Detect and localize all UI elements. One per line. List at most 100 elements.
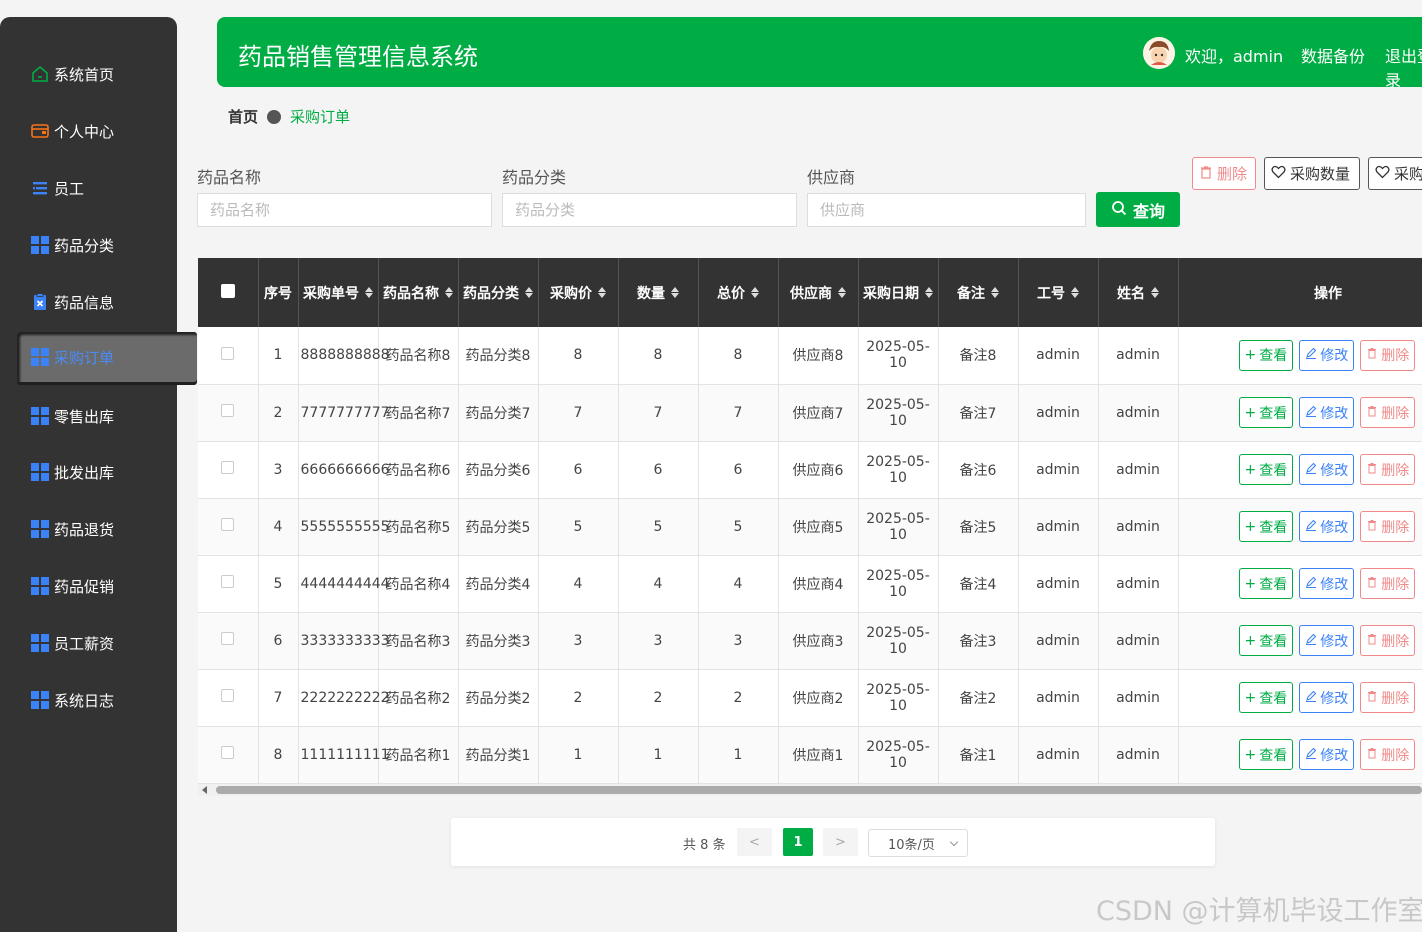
sidebar-item-profile[interactable]: 个人中心: [30, 119, 114, 143]
row-checkbox[interactable]: [221, 632, 235, 645]
row-checkbox[interactable]: [221, 404, 235, 417]
col-header[interactable]: 采购单号: [298, 258, 379, 327]
avatar[interactable]: [1143, 37, 1175, 69]
edit-button[interactable]: 修改: [1299, 454, 1355, 485]
logout-link[interactable]: 退出登录: [1385, 43, 1422, 91]
view-button[interactable]: + 查看: [1238, 568, 1294, 599]
col-header[interactable]: 采购日期: [858, 258, 939, 327]
sidebar-item-promotion[interactable]: 药品促销: [30, 574, 114, 598]
sidebar-item-wholesale-out[interactable]: 批发出库: [30, 460, 114, 484]
row-checkbox[interactable]: [221, 575, 235, 588]
sidebar-item-salary[interactable]: 员工薪资: [30, 631, 114, 655]
view-button[interactable]: + 查看: [1238, 454, 1294, 485]
sort-icon[interactable]: [751, 287, 759, 298]
row-select-cell[interactable]: [198, 384, 259, 442]
sidebar-item-category[interactable]: 药品分类: [30, 233, 114, 257]
supplier-input[interactable]: 供应商: [807, 193, 1086, 227]
sidebar-item-return[interactable]: 药品退货: [30, 517, 114, 541]
col-header[interactable]: 备注: [938, 258, 1019, 327]
sort-icon[interactable]: [1151, 287, 1159, 298]
delete-button[interactable]: 删除: [1360, 682, 1416, 713]
sidebar-item-syslog[interactable]: 系统日志: [30, 688, 114, 712]
row-select-cell[interactable]: [198, 555, 259, 613]
col-header[interactable]: 药品名称: [378, 258, 459, 327]
scroll-left-icon[interactable]: [202, 786, 207, 794]
col-header[interactable]: 工号: [1018, 258, 1099, 327]
query-button[interactable]: 查询: [1096, 192, 1180, 227]
col-header[interactable]: 总价: [698, 258, 779, 327]
col-header[interactable]: 姓名: [1098, 258, 1179, 327]
delete-button[interactable]: 删除: [1360, 397, 1416, 428]
plus-icon: +: [1244, 746, 1257, 763]
row-select-cell[interactable]: [198, 612, 259, 670]
select-all-checkbox[interactable]: [220, 283, 235, 298]
breadcrumb-home[interactable]: 首页: [228, 106, 258, 127]
sort-icon[interactable]: [671, 287, 679, 298]
row-select-cell[interactable]: [198, 726, 259, 784]
edit-button[interactable]: 修改: [1299, 568, 1355, 599]
col-header[interactable]: 采购价: [538, 258, 619, 327]
row-checkbox[interactable]: [221, 689, 235, 702]
batch-delete-button[interactable]: 删除: [1192, 157, 1256, 190]
edit-button[interactable]: 修改: [1299, 682, 1355, 713]
wallet-icon: [30, 121, 50, 141]
delete-button[interactable]: 删除: [1360, 511, 1416, 542]
sort-icon[interactable]: [598, 287, 606, 298]
col-header[interactable]: 药品分类: [458, 258, 539, 327]
row-select-cell[interactable]: [198, 498, 259, 556]
view-button[interactable]: + 查看: [1238, 339, 1294, 371]
cell-date: 2025-05-10: [858, 726, 939, 784]
sort-icon[interactable]: [445, 287, 453, 298]
prev-page-button[interactable]: <: [737, 828, 772, 856]
edit-button[interactable]: 修改: [1299, 511, 1355, 542]
row-checkbox[interactable]: [221, 346, 235, 360]
table-row: 6 3333333333 药品名称3 药品分类3 3 3 3 供应商3 2025…: [198, 612, 1422, 670]
edit-button[interactable]: 修改: [1299, 625, 1355, 656]
view-button[interactable]: + 查看: [1238, 739, 1294, 770]
delete-button[interactable]: 删除: [1360, 625, 1416, 656]
row-select-cell[interactable]: [198, 327, 259, 385]
plus-icon: +: [1244, 461, 1257, 478]
row-checkbox[interactable]: [221, 746, 235, 759]
row-checkbox[interactable]: [221, 461, 235, 474]
cell-date: 2025-05-10: [858, 327, 939, 385]
sidebar-item-retail-out[interactable]: 零售出库: [30, 404, 114, 428]
col-header[interactable]: 数量: [618, 258, 699, 327]
sidebar-item-drug-info[interactable]: 药品信息: [30, 290, 114, 314]
drug-category-input[interactable]: 药品分类: [502, 193, 797, 227]
scrollbar-thumb[interactable]: [216, 786, 1422, 794]
sort-icon[interactable]: [925, 287, 933, 298]
drug-name-input[interactable]: 药品名称: [197, 193, 492, 227]
edit-button[interactable]: 修改: [1299, 739, 1355, 770]
purchase-qty-button[interactable]: 采购数量: [1264, 157, 1360, 190]
select-all-cell[interactable]: [198, 258, 259, 327]
next-page-button[interactable]: >: [823, 828, 858, 856]
purchase-amount-button[interactable]: 采购金额: [1368, 157, 1422, 190]
edit-button[interactable]: 修改: [1299, 339, 1355, 371]
view-button[interactable]: + 查看: [1238, 682, 1294, 713]
horizontal-scrollbar[interactable]: [198, 784, 1422, 796]
row-select-cell[interactable]: [198, 441, 259, 499]
sort-icon[interactable]: [838, 287, 846, 298]
page-number-current[interactable]: 1: [783, 828, 813, 856]
page-size-select[interactable]: 10条/页: [868, 829, 968, 857]
view-button[interactable]: + 查看: [1238, 511, 1294, 542]
sort-icon[interactable]: [1071, 287, 1079, 298]
delete-button[interactable]: 删除: [1360, 739, 1416, 770]
view-button[interactable]: + 查看: [1238, 397, 1294, 428]
view-button[interactable]: + 查看: [1238, 625, 1294, 656]
sort-icon[interactable]: [525, 287, 533, 298]
col-header[interactable]: 供应商: [778, 258, 859, 327]
delete-button[interactable]: 删除: [1360, 454, 1416, 485]
delete-button[interactable]: 删除: [1360, 339, 1416, 371]
delete-button[interactable]: 删除: [1360, 568, 1416, 599]
sort-icon[interactable]: [991, 287, 999, 298]
data-backup-link[interactable]: 数据备份: [1301, 43, 1365, 67]
sidebar-item-purchase-order[interactable]: 采购订单: [17, 332, 197, 382]
edit-button[interactable]: 修改: [1299, 397, 1355, 428]
sort-icon[interactable]: [365, 287, 373, 298]
sidebar-item-employee[interactable]: 员工: [30, 176, 84, 200]
sidebar-item-home[interactable]: 系统首页: [30, 62, 114, 86]
row-select-cell[interactable]: [198, 669, 259, 727]
row-checkbox[interactable]: [221, 518, 235, 531]
